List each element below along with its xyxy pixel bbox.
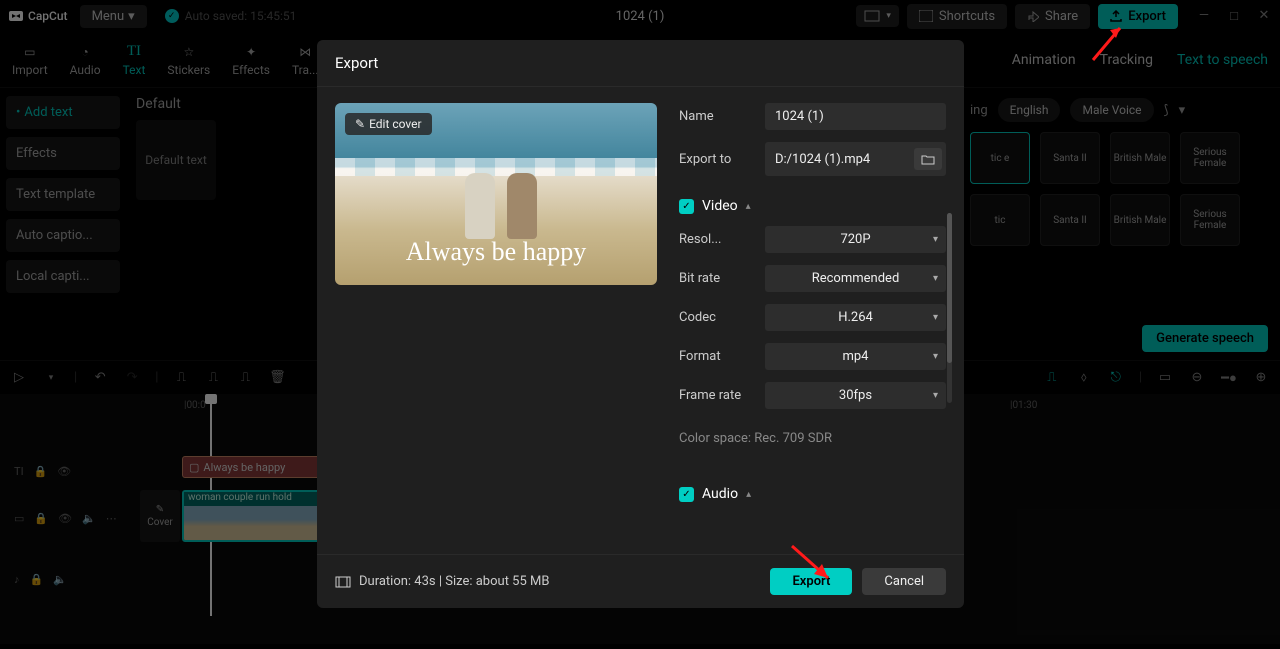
duration-info: Duration: 43s | Size: about 55 MB xyxy=(335,574,549,589)
resolution-label: Resol... xyxy=(679,232,755,247)
pencil-icon: ✎ xyxy=(355,117,365,131)
name-label: Name xyxy=(679,109,755,124)
export-settings: Name 1024 (1) Export to D:/1024 (1).mp4 … xyxy=(679,103,946,554)
video-checkbox[interactable]: ✓ xyxy=(679,199,694,214)
bitrate-label: Bit rate xyxy=(679,271,755,286)
exportto-label: Export to xyxy=(679,152,755,167)
colorspace-text: Color space: Rec. 709 SDR xyxy=(679,431,946,446)
chevron-up-icon: ▴ xyxy=(746,201,751,212)
audio-section-header[interactable]: ✓ Audio ▴ xyxy=(679,486,946,502)
format-label: Format xyxy=(679,349,755,364)
codec-label: Codec xyxy=(679,310,755,325)
name-input[interactable]: 1024 (1) xyxy=(765,103,946,130)
cancel-button[interactable]: Cancel xyxy=(862,568,946,595)
scrollbar-thumb[interactable] xyxy=(947,213,952,363)
chevron-up-icon: ▴ xyxy=(746,489,751,500)
export-confirm-button[interactable]: Export xyxy=(770,568,852,595)
modal-footer: Duration: 43s | Size: about 55 MB Export… xyxy=(317,554,964,608)
resolution-dropdown[interactable]: 720P xyxy=(765,226,946,253)
edit-cover-button[interactable]: ✎Edit cover xyxy=(345,113,432,135)
browse-folder-button[interactable] xyxy=(914,148,942,170)
framerate-dropdown[interactable]: 30fps xyxy=(765,382,946,409)
exportto-input[interactable]: D:/1024 (1).mp4 xyxy=(765,142,946,176)
film-icon xyxy=(335,576,351,588)
modal-title: Export xyxy=(317,40,964,87)
audio-checkbox[interactable]: ✓ xyxy=(679,487,694,502)
bitrate-dropdown[interactable]: Recommended xyxy=(765,265,946,292)
format-dropdown[interactable]: mp4 xyxy=(765,343,946,370)
framerate-label: Frame rate xyxy=(679,388,755,403)
export-modal: Export ✎Edit cover Always be happy Name … xyxy=(317,40,964,608)
cover-preview: ✎Edit cover Always be happy xyxy=(335,103,657,285)
video-section-header[interactable]: ✓ Video ▴ xyxy=(679,198,946,214)
cover-caption: Always be happy xyxy=(335,237,657,267)
codec-dropdown[interactable]: H.264 xyxy=(765,304,946,331)
exportto-value: D:/1024 (1).mp4 xyxy=(775,152,870,167)
settings-scrollbar[interactable] xyxy=(947,213,952,403)
folder-icon xyxy=(921,154,935,165)
